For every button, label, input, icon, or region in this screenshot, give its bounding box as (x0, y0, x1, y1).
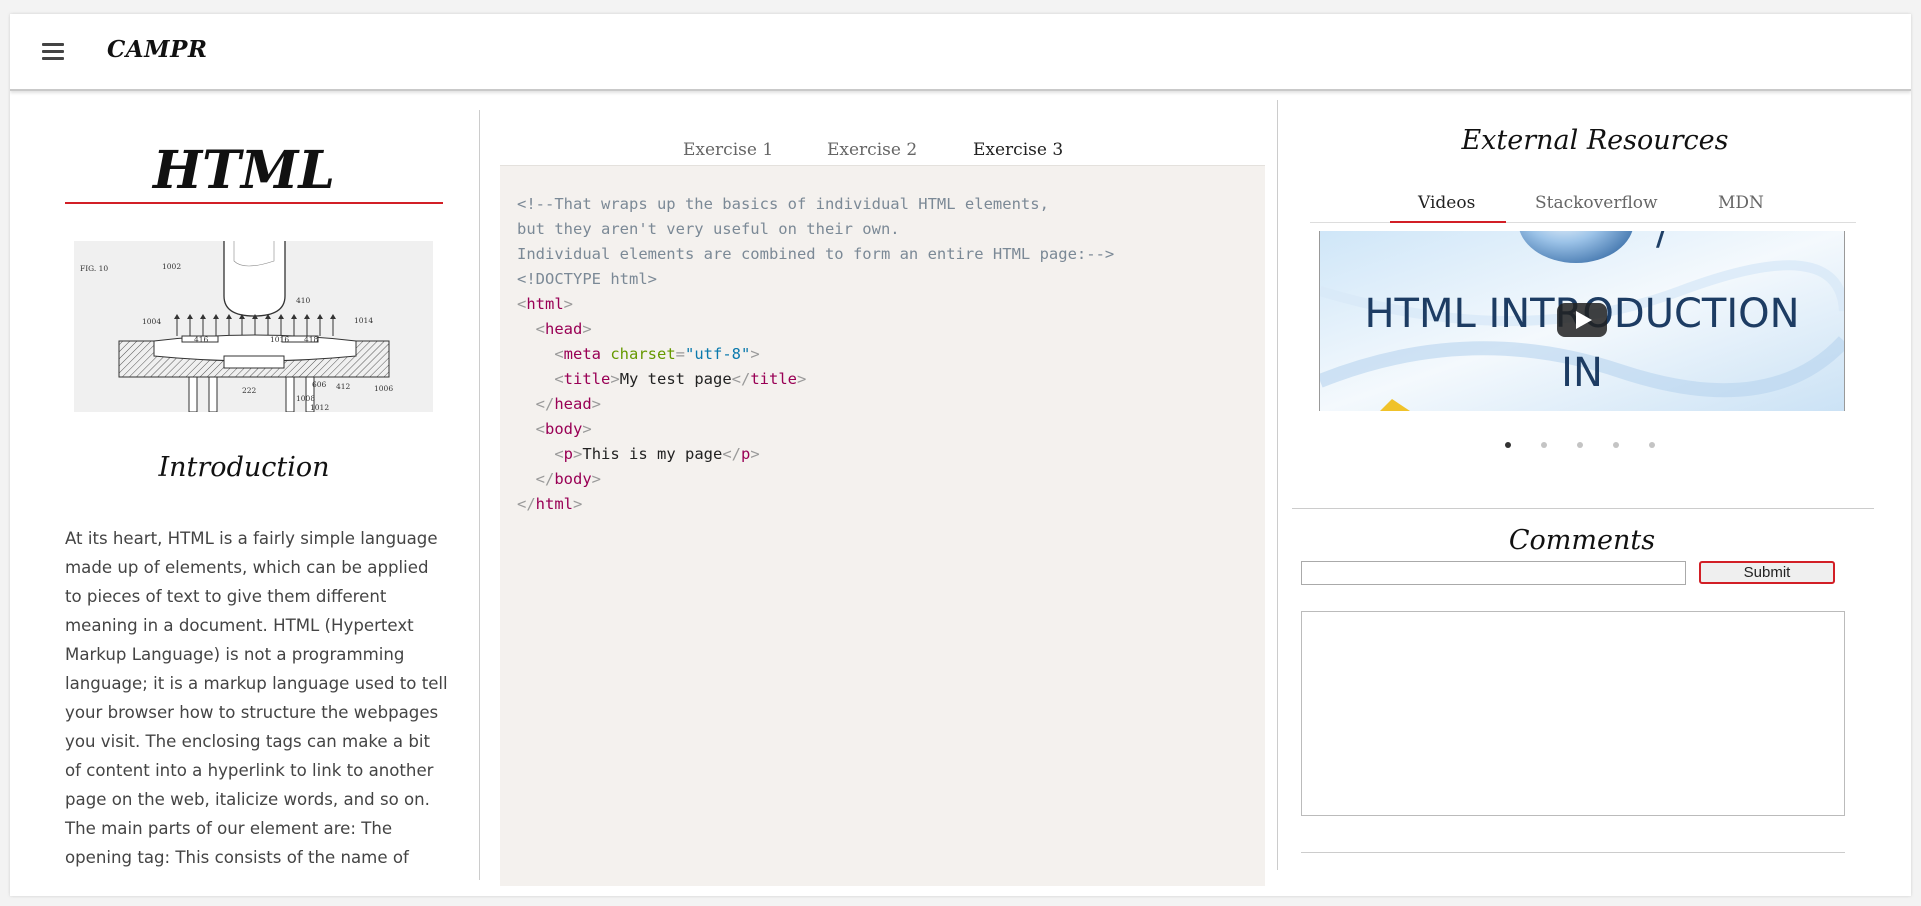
external-resources-title: External Resources (1461, 125, 1729, 156)
fig-label: 606 (312, 380, 327, 389)
fig-label: 416 (194, 335, 209, 344)
code-tag: title (750, 370, 798, 388)
carousel-dot[interactable] (1649, 442, 1655, 448)
code-attr: charset (610, 345, 676, 363)
fig-label: 1014 (354, 316, 373, 325)
submit-button[interactable]: Submit (1699, 561, 1835, 584)
active-tab-indicator (1390, 221, 1506, 223)
video-title-line: IN (1561, 350, 1603, 396)
code-tag: head (545, 320, 583, 338)
carousel-dot[interactable] (1505, 442, 1511, 448)
fig-label: 1004 (142, 317, 161, 326)
menu-icon[interactable] (42, 43, 64, 60)
carousel-dot[interactable] (1613, 442, 1619, 448)
fig-label: 1008 (296, 394, 315, 403)
column-divider (1277, 100, 1278, 870)
app-bar: CAMPR (10, 14, 1911, 91)
resource-tabs: Videos Stackoverflow MDN (1310, 184, 1856, 223)
fig-label: 412 (336, 382, 351, 391)
app-frame: CAMPR HTML FIG. 10 1002 410 1014 1004 10… (10, 14, 1911, 896)
brand-logo[interactable]: CAMPR (107, 36, 208, 63)
tab-videos[interactable]: Videos (1418, 193, 1475, 213)
carousel-dot[interactable] (1541, 442, 1547, 448)
comments-list (1301, 611, 1845, 816)
fig-label: 1016 (270, 335, 289, 344)
fig-caption: FIG. 10 (80, 264, 108, 273)
code-text: This is my page (582, 445, 723, 463)
code-comment: <!--That wraps up the basics of individu… (517, 195, 1049, 213)
code-tag: body (545, 420, 583, 438)
carousel-dots (1505, 442, 1665, 452)
fig-label: 1012 (310, 403, 329, 412)
fig-label: 1002 (162, 262, 181, 271)
code-tag: title (563, 370, 611, 388)
code-comment: but they aren't very useful on their own… (517, 220, 900, 238)
code-value: "utf-8" (685, 345, 751, 363)
patent-figure: FIG. 10 1002 410 1014 1004 1016 418 416 … (74, 241, 433, 413)
tab-mdn[interactable]: MDN (1718, 193, 1764, 213)
fig-label: 418 (304, 335, 319, 344)
video-thumbnail: / HTML INTRODUCTION IN (1320, 231, 1844, 411)
code-tag: html (526, 295, 564, 313)
code-tag: p (563, 445, 574, 463)
section-divider (1292, 508, 1874, 509)
code-block: <!--That wraps up the basics of individu… (517, 195, 1115, 513)
code-tag: p (741, 445, 751, 463)
lesson-panel: HTML FIG. 10 1002 410 1014 1004 1016 418… (10, 110, 480, 896)
column-divider (479, 110, 480, 880)
code-tag: html (535, 495, 573, 513)
section-divider (1301, 852, 1845, 853)
tab-stackoverflow[interactable]: Stackoverflow (1535, 193, 1658, 213)
tab-exercise-1[interactable]: Exercise 1 (683, 140, 773, 160)
fig-label: 1006 (374, 384, 393, 393)
svg-text:/: / (1656, 231, 1667, 252)
comments-title: Comments (1508, 525, 1656, 556)
fig-label: 410 (296, 296, 311, 305)
code-editor[interactable]: <!--That wraps up the basics of individu… (500, 165, 1265, 886)
page-title: HTML (153, 140, 335, 201)
tab-exercise-2[interactable]: Exercise 2 (827, 140, 917, 160)
code-tag: body (554, 470, 592, 488)
code-tag: meta (563, 345, 601, 363)
intro-heading: Introduction (158, 452, 330, 483)
code-comment: Individual elements are combined to form… (517, 245, 1115, 263)
play-button-icon[interactable] (1557, 303, 1607, 337)
intro-paragraph: At its heart, HTML is a fairly simple la… (65, 529, 448, 867)
video-player[interactable]: / HTML INTRODUCTION IN (1319, 231, 1845, 411)
code-doctype: <!DOCTYPE html> (517, 270, 657, 288)
code-tag: head (554, 395, 592, 413)
carousel-dot[interactable] (1577, 442, 1583, 448)
title-underline (65, 202, 443, 204)
tab-exercise-3[interactable]: Exercise 3 (973, 140, 1063, 160)
comment-input[interactable] (1301, 561, 1686, 585)
code-text: My test page (619, 370, 732, 388)
fig-label: 222 (242, 386, 257, 395)
